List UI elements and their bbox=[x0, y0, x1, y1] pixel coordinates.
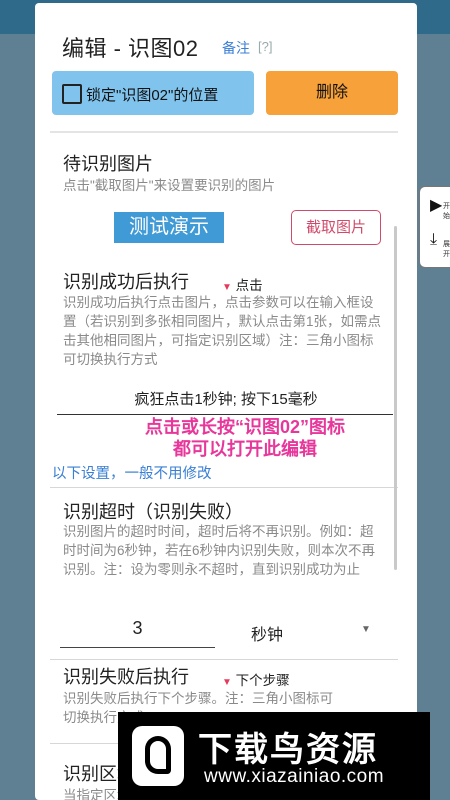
expand-icon[interactable]: ⤓ bbox=[430, 231, 437, 249]
fail-action-value: 下个步骤 bbox=[235, 673, 290, 688]
timeout-section-heading: 识别超时（识别失败） bbox=[63, 502, 243, 522]
success-section-description: 识别成功后执行点击图片，点击参数可以在输入框设置（若识别到多张相同图片，默认点击… bbox=[63, 295, 382, 367]
timeout-section-description: 识别图片的超时时间，超时后将不再识别。例如：超时时间为6秒钟，若在6秒钟内识别失… bbox=[63, 524, 376, 577]
note-link[interactable]: 备注 bbox=[222, 38, 250, 58]
click-params-input[interactable]: 疯狂点击1秒钟; 按下15毫秒 bbox=[35, 388, 417, 409]
image-section-heading: 待识别图片 bbox=[63, 154, 153, 174]
advanced-settings-link[interactable]: 以下设置，一般不用修改 bbox=[52, 462, 212, 483]
divider bbox=[50, 487, 398, 488]
bird-logo-icon bbox=[132, 726, 184, 786]
input-underline bbox=[60, 647, 215, 648]
triangle-down-icon[interactable]: ▼ bbox=[222, 677, 232, 688]
delete-button[interactable]: 删除 bbox=[266, 71, 398, 115]
fail-action-dropdown[interactable]: ▼ 下个步骤 bbox=[222, 669, 290, 689]
fail-section-heading: 识别失败后执行 bbox=[63, 667, 189, 687]
side-tab-top-text: 开始 bbox=[443, 203, 450, 220]
chevron-down-icon[interactable]: ▼ bbox=[361, 624, 371, 635]
overlay-hint-line2: 都可以打开此编辑 bbox=[173, 439, 317, 459]
checkbox-unchecked-icon[interactable] bbox=[62, 84, 82, 104]
success-action-dropdown[interactable]: ▼ 点击 bbox=[222, 274, 263, 294]
capture-image-button[interactable]: 截取图片 bbox=[291, 210, 381, 245]
test-demo-button[interactable]: 测试演示 bbox=[114, 212, 224, 243]
watermark-banner: 下载鸟资源 www.xiazainiao.com bbox=[118, 712, 430, 800]
overlay-hint: 点击或长按“识图02”图标 都可以打开此编辑 bbox=[85, 416, 405, 460]
watermark-title: 下载鸟资源 bbox=[198, 731, 378, 769]
timeout-unit-select[interactable]: 秒钟 bbox=[251, 621, 283, 645]
edit-dialog: 编辑 - 识图02 备注 [?] 锁定"识图02"的位置 删除 待识别图片 点击… bbox=[35, 3, 417, 800]
play-icon[interactable]: ▶ bbox=[430, 195, 442, 215]
success-action-value: 点击 bbox=[235, 278, 263, 293]
triangle-down-icon[interactable]: ▼ bbox=[222, 282, 232, 293]
side-tab-bottom-text: 展开 bbox=[443, 241, 450, 258]
watermark-url: www.xiazainiao.com bbox=[204, 766, 385, 787]
success-section-heading: 识别成功后执行 bbox=[63, 272, 189, 292]
image-section-description: 点击"截取图片"来设置要识别的图片 bbox=[63, 178, 276, 193]
divider bbox=[50, 131, 398, 133]
lock-position-button[interactable]: 锁定"识图02"的位置 bbox=[52, 71, 254, 115]
note-help-link[interactable]: [?] bbox=[258, 39, 272, 54]
divider bbox=[50, 659, 398, 660]
dialog-title: 编辑 - 识图02 bbox=[62, 36, 199, 61]
scrollbar[interactable] bbox=[394, 226, 397, 570]
lock-position-label: 锁定"识图02"的位置 bbox=[86, 87, 219, 104]
timeout-value-input[interactable]: 3 bbox=[60, 618, 215, 639]
input-underline bbox=[57, 414, 393, 415]
overlay-hint-line1: 点击或长按“识图02”图标 bbox=[144, 417, 346, 437]
floating-side-tab[interactable]: ▶ 开始 ⤓ 展开 bbox=[419, 186, 450, 268]
